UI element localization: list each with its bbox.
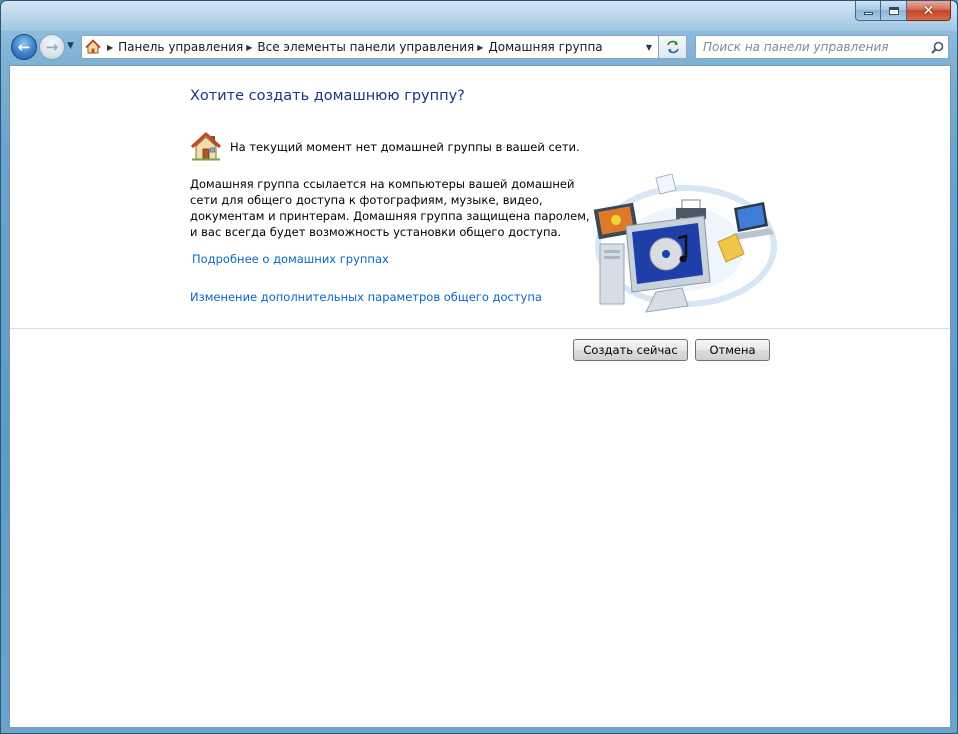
homegroup-description: Домашняя группа ссылается на компьютеры … <box>190 177 590 239</box>
search-input[interactable] <box>696 37 926 57</box>
navigation-bar: ← → ▼ ▶ Панель управления ▶ Все элементы… <box>9 31 949 63</box>
breadcrumb-all-items[interactable]: Все элементы панели управления <box>257 40 474 54</box>
control-panel-icon <box>82 36 104 58</box>
address-bar[interactable]: ▶ Панель управления ▶ Все элементы панел… <box>81 35 659 59</box>
breadcrumb-homegroup[interactable]: Домашняя группа <box>488 40 602 54</box>
breadcrumb-separator-icon[interactable]: ▶ <box>243 43 257 52</box>
document-icon <box>655 174 677 195</box>
homegroup-illustration <box>593 174 777 313</box>
breadcrumb-separator-icon[interactable]: ▶ <box>474 43 488 52</box>
cancel-button[interactable]: Отмена <box>695 339 770 361</box>
refresh-button[interactable] <box>659 35 687 59</box>
back-arrow-icon: ← <box>17 38 31 56</box>
create-now-button[interactable]: Создать сейчас <box>573 339 688 361</box>
address-dropdown-button[interactable]: ▼ <box>640 36 658 58</box>
content-pane: Хотите создать домашнюю группу? На текущ… <box>9 65 951 728</box>
minimize-icon <box>863 12 873 15</box>
forward-arrow-icon: → <box>45 38 59 56</box>
homegroup-house-icon <box>190 132 222 161</box>
learn-more-link[interactable]: Подробнее о домашних группах <box>192 252 389 266</box>
button-divider <box>10 328 950 329</box>
breadcrumb-separator-icon[interactable]: ▶ <box>104 43 118 52</box>
maximize-button[interactable] <box>881 1 907 21</box>
close-button[interactable]: ✕ <box>907 1 951 21</box>
maximize-icon <box>888 6 899 15</box>
advanced-sharing-link[interactable]: Изменение дополнительных параметров обще… <box>190 290 542 304</box>
forward-button[interactable]: → <box>39 34 65 60</box>
chevron-down-icon: ▼ <box>645 42 653 52</box>
page-title: Хотите создать домашнюю группу? <box>190 88 465 104</box>
close-icon: ✕ <box>922 2 935 19</box>
recent-pages-button[interactable]: ▼ <box>67 41 74 51</box>
caption-buttons: ✕ <box>855 1 951 21</box>
breadcrumb-control-panel[interactable]: Панель управления <box>118 40 243 54</box>
search-button[interactable] <box>926 36 948 58</box>
status-text: На текущий момент нет домашней группы в … <box>230 140 580 154</box>
homegroup-status: На текущий момент нет домашней группы в … <box>190 132 580 162</box>
refresh-icon <box>666 40 679 54</box>
search-icon <box>930 41 943 54</box>
desktop-tower-icon <box>599 243 625 305</box>
minimize-button[interactable] <box>855 1 881 21</box>
chevron-down-icon: ▼ <box>67 41 74 51</box>
title-bar <box>1 1 957 31</box>
back-button[interactable]: ← <box>11 34 37 60</box>
search-box <box>695 35 949 59</box>
window-frame: ✕ ← → ▼ ▶ Панель управления ▶ Все элемен… <box>0 0 958 734</box>
